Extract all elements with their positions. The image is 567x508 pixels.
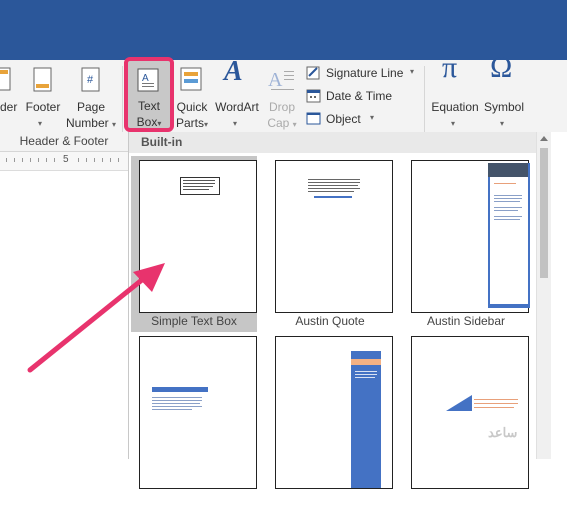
watermark-text: ﺳﺎﻋﺪ — [488, 425, 518, 440]
pink-pointer-arrow-icon — [27, 263, 165, 373]
